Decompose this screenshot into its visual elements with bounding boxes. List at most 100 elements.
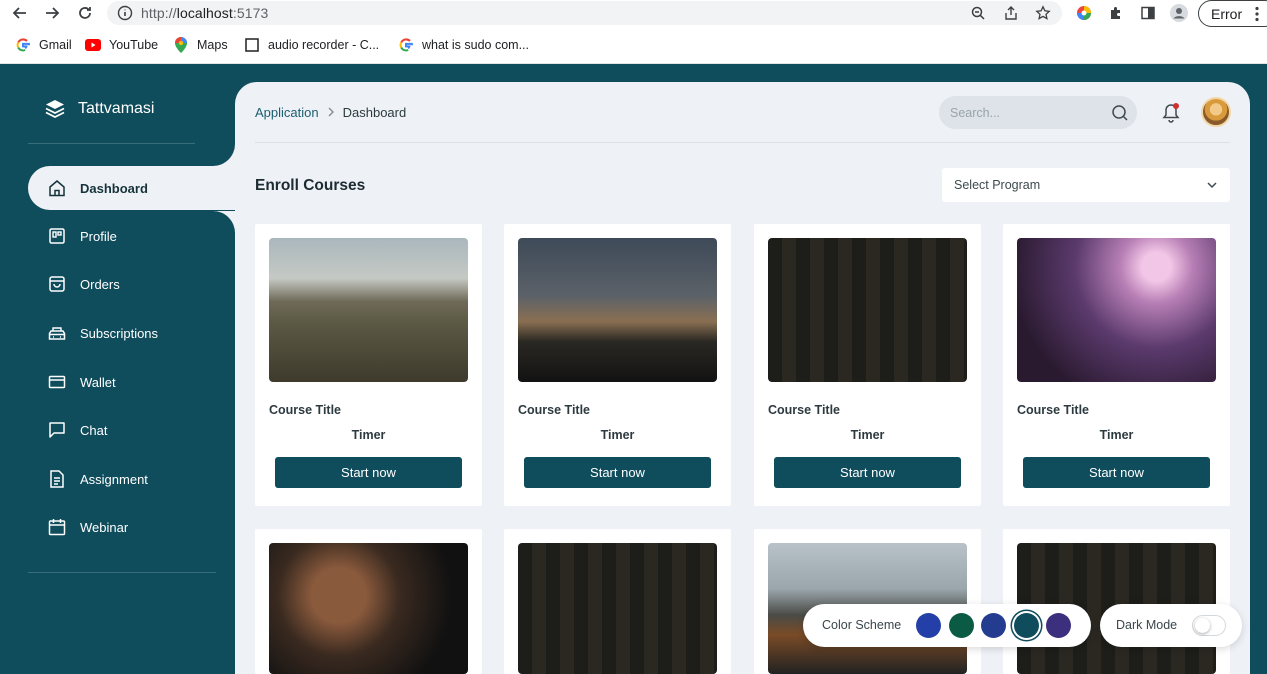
breadcrumb-current: Dashboard — [342, 105, 407, 120]
course-image — [768, 238, 967, 382]
sidebar-divider — [28, 143, 216, 144]
section-title: Enroll Courses — [255, 177, 366, 194]
address-bar[interactable]: http://localhost:5173 — [107, 1, 1062, 25]
color-scheme-panel: Color Scheme — [803, 604, 1091, 647]
start-now-button[interactable]: Start now — [524, 457, 711, 488]
browser-toolbar: http://localhost:5173 Error — [0, 0, 1267, 28]
course-card: Course Title Timer Start now — [504, 224, 731, 506]
chevron-right-icon — [327, 106, 335, 120]
profile-account-icon[interactable] — [1170, 4, 1188, 22]
course-timer: Timer — [1099, 428, 1134, 442]
profile-icon — [46, 225, 68, 247]
bookmark-gmail[interactable]: Gmail — [15, 34, 72, 56]
course-timer: Timer — [600, 428, 635, 442]
course-image — [1017, 238, 1216, 382]
bookmark-star-icon[interactable] — [1034, 4, 1052, 22]
color-swatch-blue[interactable] — [916, 613, 941, 638]
start-now-button[interactable]: Start now — [774, 457, 961, 488]
course-title: Course Title — [1017, 403, 1090, 417]
sidebar-item-profile[interactable]: Profile — [28, 214, 235, 258]
google-icon — [15, 37, 31, 53]
color-swatch-purple[interactable] — [1046, 613, 1071, 638]
google-icon — [398, 37, 414, 53]
page-icon — [244, 37, 260, 53]
side-panel-icon[interactable] — [1139, 4, 1157, 22]
bookmark-label: what is sudo com... — [422, 38, 529, 52]
avatar[interactable] — [1201, 97, 1231, 127]
sidebar-item-wallet[interactable]: Wallet — [28, 360, 235, 404]
notification-bell-icon[interactable] — [1161, 102, 1181, 124]
sidebar-item-label: Profile — [80, 228, 117, 244]
brand-name: Tattvamasi — [78, 100, 155, 117]
dark-mode-toggle[interactable] — [1192, 615, 1226, 636]
breadcrumb: Application Dashboard — [255, 105, 406, 120]
bookmark-label: audio recorder - C... — [268, 38, 380, 52]
sidebar-item-label: Dashboard — [80, 180, 148, 196]
header-divider — [255, 142, 1230, 143]
color-swatch-teal[interactable] — [1014, 613, 1039, 638]
course-card — [504, 529, 731, 674]
color-swatch-green[interactable] — [949, 613, 974, 638]
dark-mode-label: Dark Mode — [1116, 618, 1178, 632]
document-icon — [46, 468, 68, 490]
course-image — [269, 238, 468, 382]
reload-icon[interactable] — [76, 4, 94, 22]
toggle-knob — [1195, 618, 1210, 633]
sidebar-item-dashboard[interactable]: Dashboard — [28, 166, 235, 210]
bookmark-label: Maps — [197, 38, 228, 52]
search-icon[interactable] — [1111, 104, 1129, 122]
wallet-icon — [46, 371, 68, 393]
forward-icon[interactable] — [43, 4, 61, 22]
bookmark-audio-recorder[interactable]: audio recorder - C... — [244, 34, 379, 56]
dark-mode-panel: Dark Mode — [1100, 604, 1242, 647]
sidebar-item-subscriptions[interactable]: Subscriptions — [28, 311, 235, 355]
sidebar-item-orders[interactable]: Orders — [28, 262, 235, 306]
select-program-placeholder: Select Program — [954, 178, 1041, 192]
course-card — [1003, 529, 1230, 674]
bag-icon — [46, 273, 68, 295]
chat-icon — [46, 419, 68, 441]
info-icon[interactable] — [116, 4, 134, 22]
course-title: Course Title — [518, 403, 591, 417]
brand[interactable]: Tattvamasi — [44, 98, 154, 120]
bookmark-maps[interactable]: Maps — [173, 34, 228, 56]
calendar-icon — [46, 516, 68, 538]
layers-logo-icon — [44, 98, 66, 120]
bookmark-youtube[interactable]: YouTube — [85, 34, 158, 56]
start-now-button[interactable]: Start now — [275, 457, 462, 488]
bookmarks-bar: Gmail YouTube Maps audio recorder - C...… — [0, 34, 1267, 56]
color-scheme-label: Color Scheme — [822, 618, 902, 632]
course-timer: Timer — [850, 428, 885, 442]
course-image — [518, 238, 717, 382]
youtube-icon — [85, 37, 101, 53]
sidebar-item-label: Webinar — [80, 519, 129, 535]
back-icon[interactable] — [11, 4, 29, 22]
subscription-icon — [46, 322, 68, 344]
sidebar-item-webinar[interactable]: Webinar — [28, 505, 235, 549]
zoom-icon[interactable] — [969, 4, 987, 22]
bookmark-label: Gmail — [39, 38, 72, 52]
course-card: Course Title Timer Start now — [255, 224, 482, 506]
select-program-dropdown[interactable]: Select Program — [942, 168, 1230, 202]
active-nav-curve — [195, 126, 235, 166]
sidebar-item-chat[interactable]: Chat — [28, 408, 235, 452]
sidebar-item-label: Assignment — [80, 471, 148, 487]
share-icon[interactable] — [1002, 4, 1020, 22]
course-image — [518, 543, 717, 674]
course-image — [269, 543, 468, 674]
breadcrumb-application[interactable]: Application — [255, 105, 319, 120]
bookmark-sudo[interactable]: what is sudo com... — [398, 34, 529, 56]
course-title: Course Title — [768, 403, 841, 417]
sidebar-item-assignment[interactable]: Assignment — [28, 457, 235, 501]
start-now-button[interactable]: Start now — [1023, 457, 1210, 488]
extensions-puzzle-icon[interactable] — [1107, 4, 1125, 22]
color-swatch-navy[interactable] — [981, 613, 1006, 638]
search-box[interactable] — [939, 96, 1137, 129]
maps-pin-icon — [173, 37, 189, 53]
search-input[interactable] — [950, 96, 1100, 129]
bookmark-label: YouTube — [109, 38, 159, 52]
browser-menu-icon[interactable] — [1254, 6, 1260, 22]
sidebar-item-label: Chat — [80, 422, 108, 438]
color-extension-icon[interactable] — [1075, 4, 1093, 22]
sidebar-item-label: Wallet — [80, 374, 116, 390]
